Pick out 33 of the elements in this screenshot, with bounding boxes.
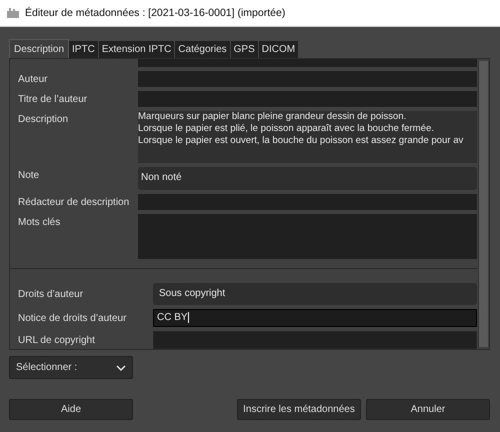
- input-field[interactable]: [138, 194, 477, 210]
- tab[interactable]: Extension IPTC: [98, 41, 176, 58]
- cancel-button[interactable]: Annuler: [366, 399, 490, 420]
- copyright-dropdown[interactable]: Sous copyright: [153, 283, 477, 305]
- tab[interactable]: IPTC: [69, 41, 99, 58]
- field-label: Description: [18, 113, 70, 125]
- text-area[interactable]: [138, 214, 477, 259]
- field-label: URL de copyright: [18, 334, 96, 346]
- tab[interactable]: Description: [9, 39, 70, 58]
- field-label: Auteur: [18, 73, 48, 85]
- input-field[interactable]: CC BY: [153, 309, 477, 327]
- window-title: Éditeur de métadonnées : [2021-03-16-0001] (importée): [25, 7, 286, 19]
- chevron-icon: [116, 364, 126, 370]
- input-field[interactable]: [138, 91, 477, 107]
- field-label: Notice de droits d’auteur: [18, 312, 128, 324]
- tab[interactable]: Catégories: [175, 41, 231, 58]
- text-area[interactable]: Marqueurs sur papier blanc pleine grandeur dessin de poisson. Lorsque le papier est plié, le poisson apparaît avec la bouche fermée. Lorsque le papier est ouvert, la bouche du poisson est assez grande pour av: [138, 111, 477, 163]
- field-label: Note: [18, 169, 40, 181]
- input-field[interactable]: [138, 71, 477, 87]
- field-label: Droits d’auteur: [18, 288, 84, 300]
- input-field[interactable]: [153, 331, 477, 349]
- select-dropdown[interactable]: Sélectionner :: [9, 356, 133, 379]
- help-button[interactable]: Aide: [9, 399, 133, 420]
- input-field[interactable]: [138, 59, 477, 67]
- field-label: Mots clés: [18, 216, 62, 228]
- scrollbar[interactable]: [478, 61, 488, 347]
- write-metadata-button[interactable]: Inscrire les métadonnées: [237, 399, 361, 420]
- tab[interactable]: GPS: [230, 41, 259, 58]
- field-label: Rédacteur de description: [18, 196, 130, 208]
- field-label: Titre de l’auteur: [18, 93, 88, 105]
- app-icon: [6, 7, 20, 19]
- tab[interactable]: DICOM: [258, 41, 300, 58]
- rating-dropdown[interactable]: Non noté: [138, 167, 477, 190]
